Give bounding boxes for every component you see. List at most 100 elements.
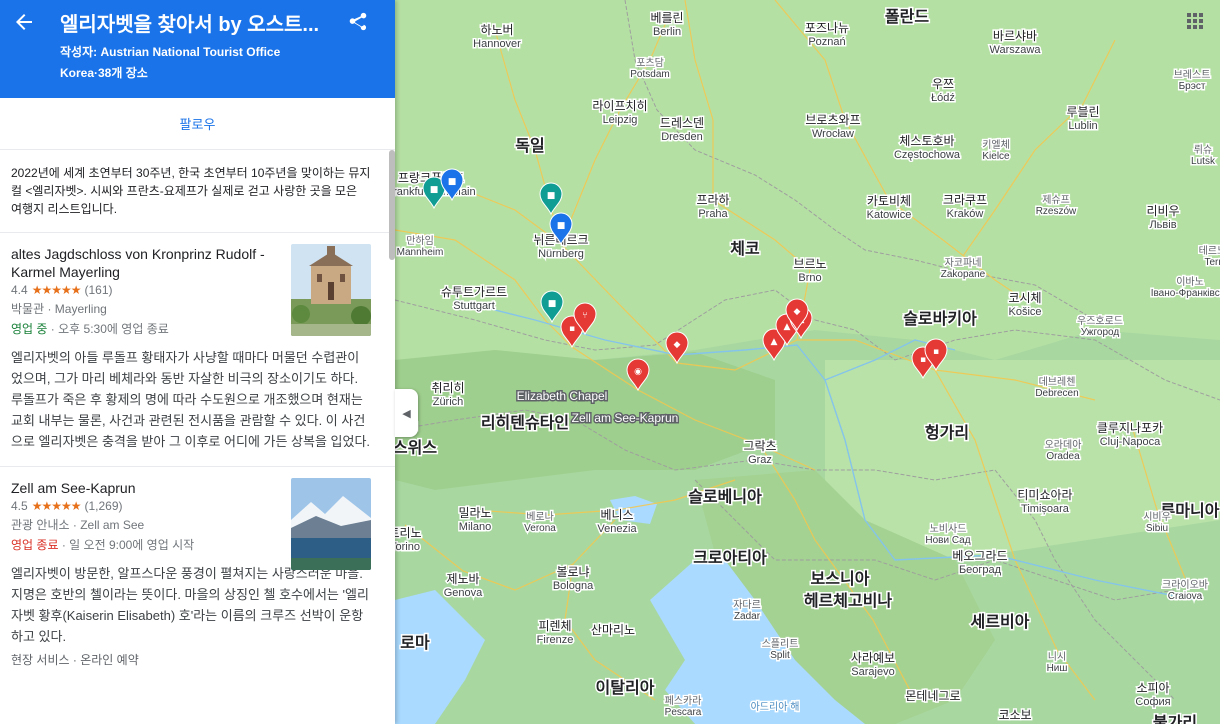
map-label-sub[interactable]: Warszawa [988, 43, 1043, 58]
map-canvas[interactable]: 하노버 Hannover 베를린 Berlin 포츠담 Potsdam 포즈나뉴 Poznań… [385, 0, 1220, 724]
collapse-panel-button[interactable]: ◀ [395, 389, 418, 437]
map-label-sub[interactable]: Zakopane [939, 268, 987, 282]
map-label[interactable]: 몬테네그로 [904, 688, 962, 705]
map-label-sub[interactable]: Košice [1007, 305, 1043, 320]
map-label[interactable]: 티미쇼아라 [1016, 487, 1074, 504]
map-label[interactable]: 아드리아 해 [749, 699, 801, 715]
map-label-sub[interactable]: Milano [457, 520, 492, 535]
map-label[interactable]: 이탈리아 [594, 678, 656, 699]
back-arrow-icon[interactable] [12, 10, 36, 34]
map-label[interactable]: 프라하 [695, 192, 731, 209]
map-label-sub[interactable]: Potsdam [629, 68, 671, 82]
map-label[interactable]: 체코 [729, 239, 762, 260]
map-label[interactable]: 크라이오바 [1161, 578, 1210, 593]
map-svg[interactable]: 하노버Hannover 베를린Berlin 포츠담Potsdam 포즈나뉴Poznań… [385, 0, 1220, 724]
map-label[interactable]: 이바노 [1175, 275, 1206, 290]
map-label[interactable]: 오라데아 [1043, 438, 1083, 453]
map-label[interactable]: 보스니아 [809, 569, 871, 590]
map-label[interactable]: 라이프치히 [591, 98, 649, 115]
apps-grid-icon[interactable] [1186, 12, 1204, 30]
map-label[interactable]: 테르노필 [1197, 244, 1220, 259]
map-label[interactable]: 키엘체 [981, 137, 1012, 153]
map-label[interactable]: 산마리노 [589, 622, 636, 639]
map-label[interactable]: 볼로냐 [555, 564, 591, 581]
map-label[interactable]: 토리노 [387, 525, 423, 542]
map-label-sub[interactable]: Mannheim [395, 246, 445, 260]
map-label[interactable]: 로마 [399, 633, 432, 654]
map-label[interactable]: 그락츠 [742, 438, 778, 455]
map-label-sub[interactable]: Stuttgart [452, 299, 497, 314]
map-label-sub[interactable]: Sarajevo [850, 665, 896, 680]
map-label[interactable]: 슬로베니아 [687, 487, 764, 508]
map-label-sub[interactable]: Zadar [732, 610, 762, 624]
map-label-sub[interactable]: Debrecen [1034, 387, 1080, 401]
map-label-sub[interactable]: Ужгород [1079, 326, 1121, 340]
map-label[interactable]: 브로츠와프 [804, 112, 862, 129]
map-label-sub[interactable]: Rzeszów [1034, 205, 1078, 219]
map-label-sub[interactable]: Genova [442, 586, 484, 601]
place-photo[interactable] [291, 244, 371, 336]
map-label[interactable]: 슈투트가르트 [439, 284, 508, 301]
map-label[interactable]: 우쯔 [930, 76, 955, 93]
map-label[interactable]: 뤼슈 [1192, 143, 1213, 158]
place-photo[interactable] [291, 478, 371, 570]
share-icon[interactable] [347, 11, 369, 33]
map-label-sub[interactable]: Split [769, 649, 792, 663]
map-label-sub[interactable]: Firenze [535, 633, 575, 648]
map-label[interactable]: 독일 [514, 136, 546, 157]
map-label-sub[interactable]: Verona [523, 522, 558, 536]
map-label-sub[interactable]: Pescara [663, 706, 703, 720]
map-label-sub[interactable]: Брэст [1177, 80, 1207, 94]
map-label-sub[interactable]: Oradea [1045, 450, 1082, 464]
map-label-sub[interactable]: Berlin [651, 25, 682, 40]
map-label-sub[interactable]: Poznań [807, 35, 847, 50]
map-label-sub[interactable]: Kielce [981, 150, 1012, 164]
map-label-sub[interactable]: Torino [389, 540, 422, 555]
map-label[interactable]: 베니스 [599, 507, 635, 524]
map-label-sub[interactable]: Ниш [1045, 662, 1069, 676]
map-label[interactable]: 만하임 [405, 233, 436, 249]
map-label[interactable]: 사라예보 [849, 650, 896, 667]
map-label-sub[interactable]: Львів [1148, 218, 1178, 233]
map-label[interactable]: Zell am See-Kaprun [570, 410, 680, 427]
map-label-sub[interactable]: Craiova [1166, 590, 1204, 604]
map-label-sub[interactable]: Sibiu [1144, 522, 1169, 536]
map-label[interactable]: 브레스트 [1172, 68, 1212, 83]
map-label[interactable]: 베를린 [649, 10, 685, 27]
map-label[interactable]: 시비우 [1142, 510, 1173, 525]
review-count[interactable]: (161) [84, 283, 112, 297]
map-label-sub[interactable]: Zürich [431, 395, 465, 410]
map-label-sub[interactable]: Івано-Франківськ [1149, 287, 1220, 301]
map-label-sub[interactable]: Łódź [930, 91, 957, 106]
map-label-sub[interactable]: Београд [957, 563, 1003, 578]
review-count[interactable]: (1,269) [84, 499, 122, 513]
map-label[interactable]: 루블린 [1065, 104, 1101, 121]
map-label[interactable]: 헤르체고비나 [802, 591, 894, 612]
map-label[interactable]: 헝가리 [923, 422, 970, 444]
map-label[interactable]: 세르비아 [969, 612, 1031, 633]
map-label[interactable]: 리히텐슈타인 [479, 413, 570, 434]
map-label[interactable]: 스위스 [391, 438, 438, 459]
map-label[interactable]: 제슈프 [1041, 193, 1072, 208]
map-label[interactable]: 크라쿠프 [941, 192, 988, 209]
map-label[interactable]: 포즈나뉴 [803, 20, 850, 37]
map-label-sub[interactable]: Katowice [865, 208, 913, 223]
map-label[interactable]: 하노버 [479, 22, 515, 39]
map-label[interactable]: 브르노 [792, 256, 828, 273]
map-label-sub[interactable]: Timișoara [1020, 502, 1072, 517]
map-label[interactable]: 크로아티아 [692, 548, 769, 569]
map-label-sub[interactable]: Venezia [596, 522, 639, 537]
map-label[interactable]: 소피아 [1135, 680, 1171, 697]
map-label[interactable]: 취리히 [430, 380, 466, 397]
map-label-sub[interactable]: Terno [1203, 256, 1220, 270]
map-label[interactable]: 니시 [1046, 650, 1067, 665]
place-name[interactable]: altes Jagdschloss von Kronprinz Rudolf -… [11, 245, 283, 281]
map-label[interactable]: 드레스덴 [658, 115, 705, 132]
map-label-sub[interactable]: Częstochowa [892, 148, 962, 163]
map-label[interactable]: 코시체 [1007, 290, 1043, 307]
map-label[interactable]: 피렌체 [537, 618, 573, 635]
map-label[interactable]: 스플리트 [760, 637, 800, 652]
map-label[interactable]: 데브레첸 [1037, 375, 1077, 390]
map-label[interactable]: 리비우 [1145, 203, 1181, 220]
map-label[interactable]: 폴란드 [883, 7, 930, 28]
